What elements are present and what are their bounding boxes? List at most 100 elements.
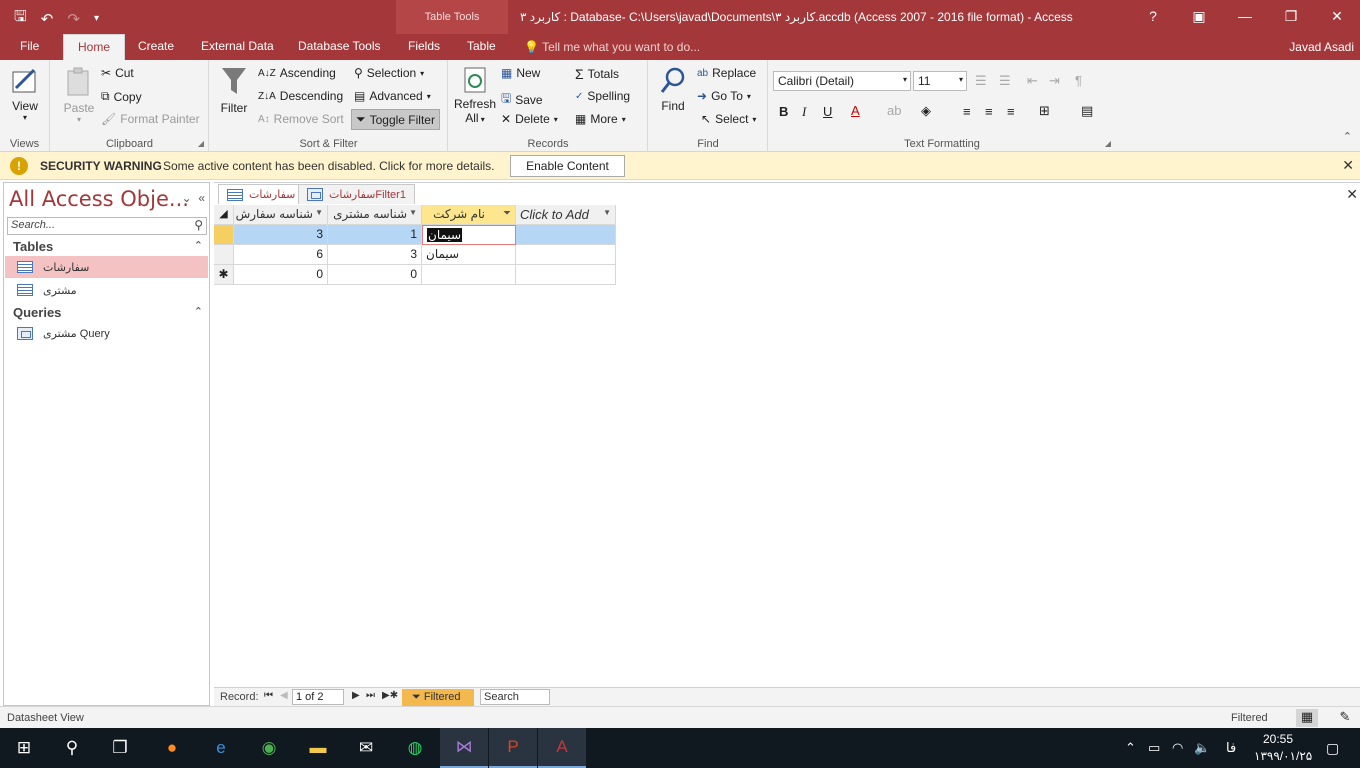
table-cell[interactable]: 3	[234, 225, 328, 245]
search-icon[interactable]: ⚲	[48, 728, 96, 768]
rtl-direction-icon[interactable]: ¶	[1075, 73, 1082, 88]
descending-button[interactable]: Z↓A Descending	[258, 89, 343, 103]
table-row[interactable]: 3 1 سیمان	[214, 225, 616, 245]
firefox-icon[interactable]: ●	[148, 728, 196, 768]
tab-table[interactable]: Table	[467, 39, 496, 53]
table-cell[interactable]	[516, 265, 616, 285]
first-record-icon[interactable]: ⏮	[264, 690, 273, 701]
table-cell[interactable]	[516, 225, 616, 245]
enable-content-button[interactable]: Enable Content	[510, 155, 625, 177]
show-hidden-icons-chevron-icon[interactable]: ⌃	[1125, 740, 1136, 756]
refresh-all-button[interactable]: Refresh All ▾	[453, 66, 497, 125]
ribbon-display-options-icon[interactable]: ▣	[1176, 0, 1222, 34]
queries-section-header[interactable]: Queries ⌃	[13, 305, 203, 320]
minimize-button[interactable]: —	[1222, 0, 1268, 34]
collapse-pane-icon[interactable]: «	[198, 191, 205, 205]
clock[interactable]: 20:55 ۱۳۹۹/۰۱/۲۵	[1254, 731, 1312, 765]
column-header-filtered[interactable]: نام شرکت ⏷	[422, 205, 516, 225]
tab-create[interactable]: Create	[138, 39, 174, 53]
filtered-toggle[interactable]: ⏷ Filtered	[402, 689, 474, 706]
filter-active-icon[interactable]: ⏷	[503, 208, 511, 219]
chevron-down-icon[interactable]: ▼	[315, 208, 323, 217]
record-selector[interactable]	[214, 245, 234, 265]
chevron-down-icon[interactable]: ▼	[603, 208, 611, 217]
help-button[interactable]: ?	[1130, 0, 1176, 34]
notifications-icon[interactable]: ▢	[1326, 740, 1339, 757]
goto-button[interactable]: ➜ Go To ▾	[697, 89, 751, 103]
numbering-icon[interactable]: ☰	[999, 73, 1011, 89]
align-left-icon[interactable]: ≡	[963, 104, 971, 119]
table-cell[interactable]: 0	[328, 265, 422, 285]
new-record-row[interactable]: ✱ 0 0	[214, 265, 616, 285]
cut-button[interactable]: ✂ Cut	[101, 66, 134, 80]
close-button[interactable]: ✕	[1314, 0, 1360, 34]
search-icon[interactable]: ⚲	[194, 218, 203, 232]
highlight-color-icon[interactable]: ab	[887, 103, 901, 118]
tab-file[interactable]: File	[20, 39, 39, 53]
collapse-ribbon-icon[interactable]: ⌃	[1343, 130, 1352, 143]
input-language[interactable]: فا	[1226, 740, 1236, 756]
column-header[interactable]: شناسه سفارش ▼	[234, 205, 328, 225]
volume-icon[interactable]: 🔈	[1194, 740, 1210, 756]
tab-database-tools[interactable]: Database Tools	[298, 39, 381, 53]
chevron-down-icon[interactable]: ▼	[409, 208, 417, 217]
align-center-icon[interactable]: ≡	[985, 104, 993, 119]
customize-qat-icon[interactable]: ▾	[94, 13, 99, 24]
nav-item-table[interactable]: سفارشات	[5, 256, 208, 278]
security-warning-message[interactable]: Some active content has been disabled. C…	[163, 159, 495, 173]
select-all-box[interactable]: ◢	[214, 205, 234, 225]
table-cell[interactable]	[516, 245, 616, 265]
file-explorer-icon[interactable]: ▬	[294, 728, 342, 768]
new-record-asterisk-icon[interactable]: ✱	[214, 265, 234, 285]
selection-button[interactable]: ⚲ Selection ▾	[354, 66, 424, 80]
gridlines-icon[interactable]: ⊞	[1039, 103, 1050, 119]
table-cell[interactable]: 6	[234, 245, 328, 265]
nav-item-table[interactable]: مشتری	[5, 279, 208, 301]
design-view-icon[interactable]: ✎	[1334, 709, 1356, 727]
doc-tab-filter[interactable]: سفارشاتFilter1	[298, 184, 415, 204]
filter-button[interactable]: Filter	[216, 64, 252, 115]
view-button[interactable]: View ▾	[6, 64, 44, 122]
mail-icon[interactable]: ✉	[342, 728, 390, 768]
tab-fields[interactable]: Fields	[408, 39, 440, 53]
new-record-button[interactable]: ▦ New	[501, 66, 540, 80]
ascending-button[interactable]: A↓Z Ascending	[258, 66, 336, 80]
dialog-launcher-icon[interactable]: ◢	[198, 139, 204, 148]
undo-icon[interactable]: ↶	[41, 10, 54, 28]
access-icon[interactable]: A	[538, 728, 586, 768]
task-view-icon[interactable]: ❐	[96, 728, 144, 768]
font-size-select[interactable]: 11 ▾	[913, 71, 967, 91]
close-document-icon[interactable]: ✕	[1346, 186, 1358, 203]
replace-button[interactable]: ab Replace	[697, 66, 756, 80]
record-search-input[interactable]: Search	[480, 689, 550, 705]
bullets-icon[interactable]: ☰	[975, 73, 987, 89]
dialog-launcher-icon[interactable]: ◢	[1105, 139, 1111, 148]
current-record-input[interactable]: 1 of 2	[292, 689, 344, 705]
alternate-row-color-icon[interactable]: ▤	[1081, 103, 1093, 119]
fill-color-icon[interactable]: ◈	[921, 103, 931, 119]
whatsapp-icon[interactable]: ◍	[391, 728, 439, 768]
next-record-icon[interactable]: ▶	[352, 690, 360, 701]
nav-search-input[interactable]: Search... ⚲	[7, 217, 207, 235]
increase-indent-icon[interactable]: ⇥	[1049, 73, 1060, 89]
user-name[interactable]: Javad Asadi	[1289, 40, 1354, 54]
save-record-button[interactable]: 🖫 Save	[501, 89, 543, 110]
totals-button[interactable]: Σ Totals	[575, 66, 619, 82]
new-record-nav-icon[interactable]: ▶✱	[382, 690, 398, 701]
nav-menu-chevron-icon[interactable]: ⌄	[182, 191, 192, 205]
advanced-button[interactable]: ▤ Advanced ▾	[354, 89, 431, 103]
paste-button[interactable]: Paste ▾	[59, 66, 99, 124]
tab-home[interactable]: Home	[63, 34, 126, 60]
battery-icon[interactable]: ▭	[1148, 740, 1160, 756]
click-to-add-column[interactable]: Click to Add ▼	[516, 205, 616, 225]
restore-button[interactable]: ❐	[1268, 0, 1314, 34]
tab-external-data[interactable]: External Data	[201, 39, 274, 53]
decrease-indent-icon[interactable]: ⇤	[1027, 73, 1038, 89]
table-cell-editing[interactable]: سیمان	[422, 225, 516, 245]
table-row[interactable]: 6 3 سیمان	[214, 245, 616, 265]
visual-studio-icon[interactable]: ⋈	[440, 728, 488, 768]
record-selector[interactable]	[214, 225, 234, 245]
nav-item-query[interactable]: مشتری Query	[5, 322, 208, 344]
table-cell[interactable]: 1	[328, 225, 422, 245]
column-header[interactable]: شناسه مشتری ▼	[328, 205, 422, 225]
